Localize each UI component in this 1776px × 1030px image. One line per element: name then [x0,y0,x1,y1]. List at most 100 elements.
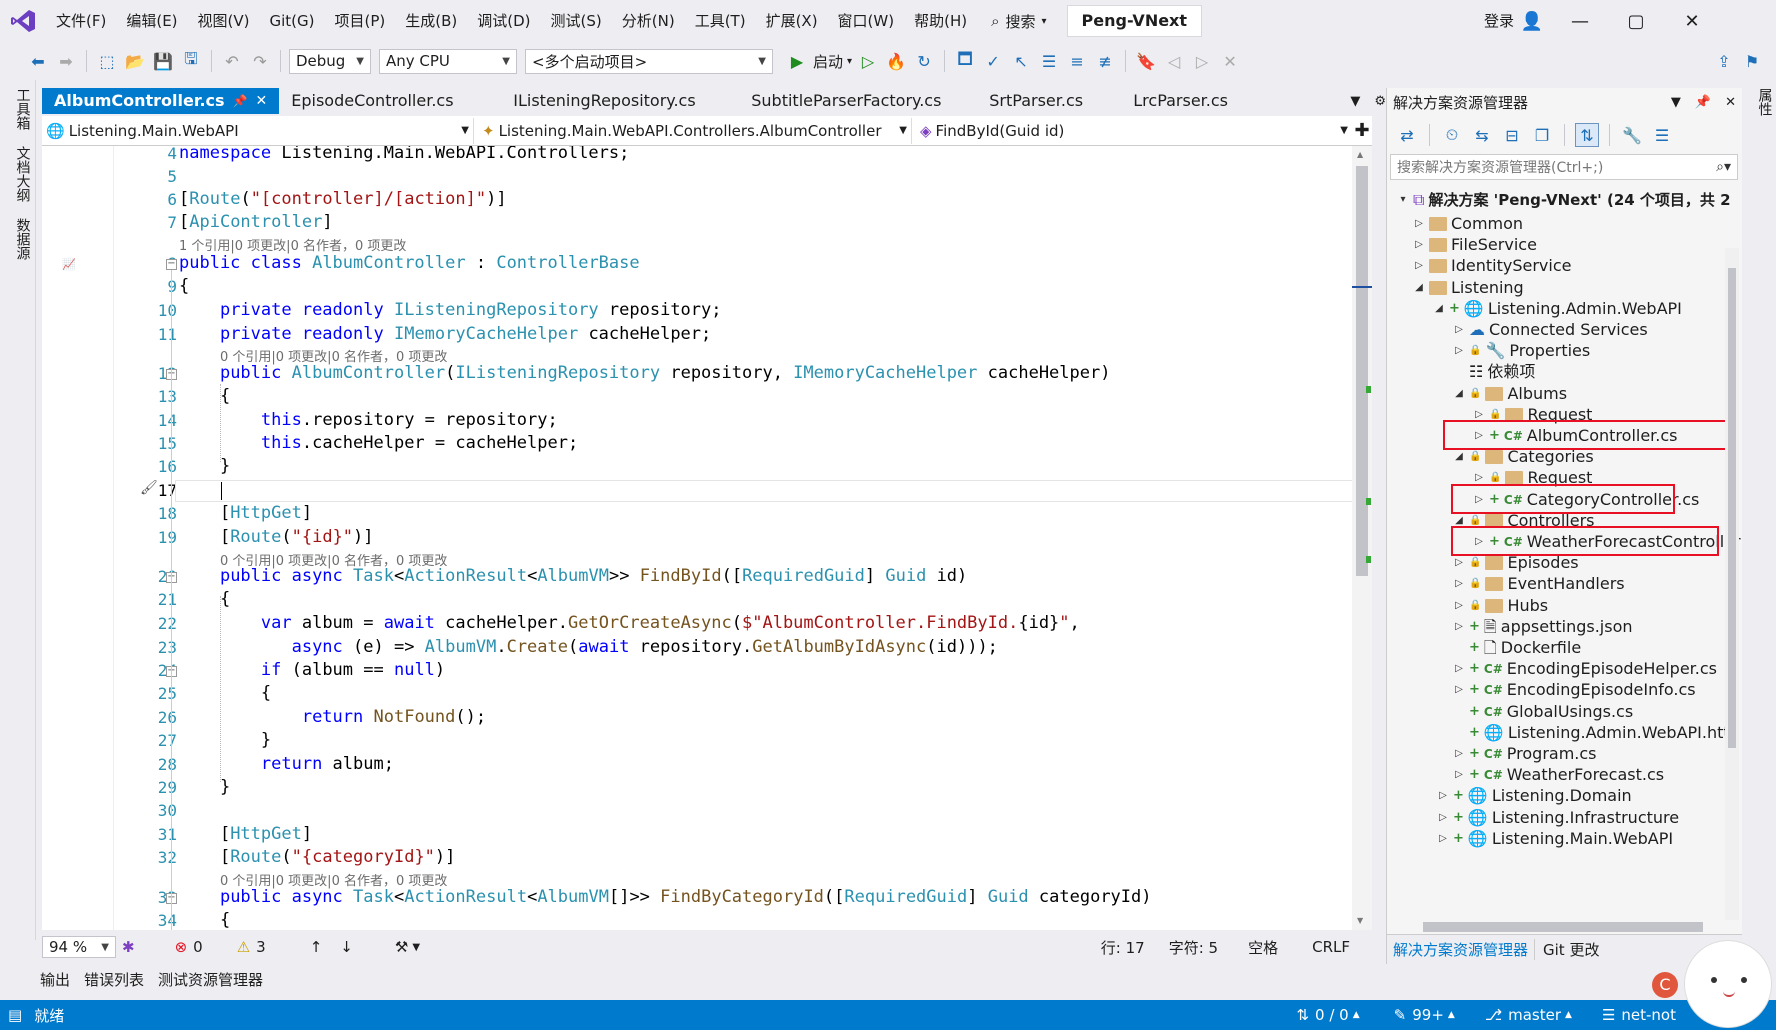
quick-action-icon[interactable]: 🖌 [140,480,158,496]
close-icon[interactable]: ✕ [1725,95,1736,110]
menu-item-1[interactable]: 编辑(E) [116,0,187,42]
platform-select[interactable]: Any CPU ▼ [379,48,517,74]
tab-srt-parser[interactable]: SrtParser.cs [969,88,1121,114]
pointer-icon[interactable]: ↖ [1009,49,1033,73]
tab-test-explorer[interactable]: 测试资源管理器 [158,969,263,990]
layout-icon[interactable]: ☰ [1037,49,1061,73]
back-icon[interactable]: ⬅ [26,49,50,73]
code-editor[interactable]: 📈 45678910111213141516171819202122232425… [42,146,1352,930]
solution-search-input[interactable]: 搜索解决方案资源管理器(Ctrl+;) ⌕▾ [1390,154,1738,180]
bookmark-icon[interactable]: 🔖 [1134,49,1158,73]
branch-icon[interactable]: ⎇ [1485,1006,1502,1024]
chevron-down-icon[interactable]: ▾ [847,56,852,67]
expand-icon[interactable]: ◢ [1453,382,1465,406]
spell-check-icon[interactable]: ✓ [981,49,1005,73]
expand-icon[interactable]: ◢ [1413,276,1425,300]
menu-item-5[interactable]: 生成(B) [395,0,467,42]
forward-icon[interactable]: ➡ [54,49,78,73]
undo-icon[interactable]: ↶ [220,49,244,73]
menu-item-4[interactable]: 项目(P) [325,0,396,42]
code-cleanup-icon[interactable]: ⚒ [395,938,408,956]
expand-icon[interactable]: ◢ [1433,297,1445,321]
comment-icon[interactable]: ≡ [1065,49,1089,73]
bookmark-next-icon[interactable]: ▷ [1190,49,1214,73]
tab-git-changes[interactable]: Git 更改 [1535,939,1607,960]
output-icon[interactable]: ▤ [8,1006,22,1024]
tree-item[interactable]: ▷ + 🌐 Listening.Main.WebAPI [1437,827,1673,851]
branch-name[interactable]: master [1508,1006,1561,1024]
tab-list-dropdown-icon[interactable]: ▼ [1350,94,1360,109]
feedback-icon[interactable]: ⚑ [1740,49,1764,73]
column-indicator[interactable]: 字符: 5 [1169,937,1218,958]
menu-item-9[interactable]: 工具(T) [685,0,756,42]
live-share-icon[interactable]: ⇪ [1712,49,1736,73]
start-icon[interactable]: ▶ [785,49,809,73]
line-indicator[interactable]: 行: 17 [1101,937,1145,958]
error-count[interactable]: 0 [193,938,203,956]
collapse-icon[interactable]: − [166,259,177,270]
tab-subtitle-parser-factory[interactable]: SubtitleParserFactory.cs [727,88,969,114]
sync-status[interactable]: 0 / 0 [1315,1006,1349,1024]
menu-item-8[interactable]: 分析(N) [612,0,685,42]
menu-item-0[interactable]: 文件(F) [46,0,116,42]
menu-item-11[interactable]: 窗口(W) [828,0,905,42]
uncomment-icon[interactable]: ≢ [1093,49,1117,73]
browser-link-icon[interactable]: 🗖 [953,49,977,73]
solution-root[interactable]: ▾ ⧉ 解决方案 'Peng-VNext' (24 个项目，共 2 [1397,188,1730,212]
refresh-icon[interactable]: ↻ [912,49,936,73]
hot-reload-icon[interactable]: 🔥 [884,49,908,73]
class-dropdown[interactable]: ✦ Listening.Main.WebAPI.Controllers.Album… [478,117,912,144]
collapse-all-icon[interactable]: ⊟ [1500,123,1524,147]
menu-item-10[interactable]: 扩展(X) [756,0,828,42]
new-project-icon[interactable]: ⬚ [95,49,119,73]
menu-item-3[interactable]: Git(G) [260,0,325,42]
member-dropdown[interactable]: ◈ FindById(Guid id) ▼ [916,118,1352,144]
minimize-button[interactable]: — [1552,0,1608,42]
expand-icon[interactable]: ▷ [1437,827,1449,851]
track-active-icon[interactable]: ⇅ [1575,123,1599,147]
project-dropdown[interactable]: 🌐 Listening.Main.WebAPI ▼ [42,117,474,144]
error-icon[interactable]: ⊗ [175,938,188,956]
menu-item-7[interactable]: 测试(S) [541,0,612,42]
search-box[interactable]: ⌕ 搜索 ▾ [977,0,1060,42]
editor-vertical-scrollbar[interactable]: ▲ ▼ [1352,146,1372,930]
visual-studio-logo-icon[interactable] [0,0,46,42]
bookmark-clear-icon[interactable]: ✕ [1218,49,1242,73]
dropdown-icon[interactable]: ▼ [1671,95,1681,110]
tab-episode-controller[interactable]: EpisodeController.cs [279,88,493,114]
copilot-icon[interactable]: ✱ [122,938,135,956]
tab-lrc-parser[interactable]: LrcParser.cs [1121,88,1240,114]
code-lens[interactable]: 1 个引用|0 项更改|0 名作者，0 项更改 [179,235,406,254]
preview-icon[interactable]: ☰ [1650,123,1674,147]
tab-output[interactable]: 输出 [40,969,70,990]
tab-ilistening-repository[interactable]: IListeningRepository.cs [493,88,727,114]
whitespace-indicator[interactable]: 空格 [1248,937,1278,958]
toolbox-tab[interactable]: 工具箱 [0,80,36,138]
pin-icon[interactable]: 📌 [233,89,248,113]
bookmark-prev-icon[interactable]: ◁ [1162,49,1186,73]
properties-wrench-icon[interactable]: 🔧 [1620,123,1644,147]
line-ending-indicator[interactable]: CRLF [1312,938,1350,956]
configuration-select[interactable]: Debug ▼ [289,48,371,74]
menu-item-6[interactable]: 调试(D) [467,0,540,42]
tab-album-controller[interactable]: AlbumController.cs 📌 ✕ [42,88,280,114]
zoom-select[interactable]: 94 % ▼ [42,936,116,958]
down-arrow-icon[interactable]: ↓ [340,938,353,956]
show-all-files-icon[interactable]: ❐ [1530,123,1554,147]
pencil-icon[interactable]: ✎ [1394,1006,1407,1024]
tab-solution-explorer[interactable]: 解决方案资源管理器 [1387,939,1536,960]
pin-icon[interactable]: 📌 [1695,95,1711,110]
properties-tab[interactable]: 属性 [1742,80,1776,124]
document-outline-tab[interactable]: 文档大纲 [0,138,36,210]
split-icon[interactable]: ✚ [1352,120,1372,141]
sync-arrows-icon[interactable]: ⇅ [1296,1006,1309,1024]
warning-count[interactable]: 3 [256,938,266,956]
repository-name[interactable]: net-not [1621,1006,1676,1024]
tree-scrollbar[interactable] [1725,248,1739,920]
open-folder-icon[interactable]: 📂 [123,49,147,73]
redo-icon[interactable]: ↷ [248,49,272,73]
settings-gear-icon[interactable]: ⚙ [1374,94,1386,109]
save-all-icon[interactable]: 🖫 [179,49,203,73]
chevron-down-icon[interactable]: ▼ [412,942,420,953]
close-button[interactable]: ✕ [1664,0,1720,42]
